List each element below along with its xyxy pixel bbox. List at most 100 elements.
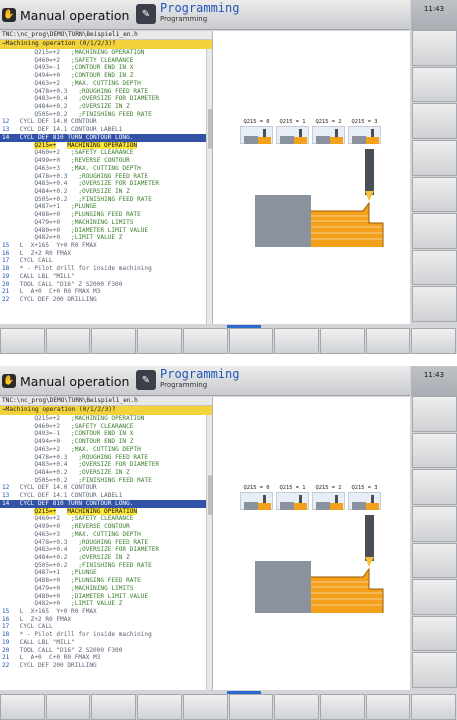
program-line[interactable]: 12 CYCL DEF 14.0 CONTOUR xyxy=(0,118,212,126)
program-editor[interactable]: TNC:\nc_prog\DEMO\TURN\Beispiel1_en.h →M… xyxy=(0,31,212,324)
program-line[interactable]: 15 L X+165 Y+0 R0 FMAX xyxy=(0,242,212,250)
program-line[interactable]: 14 CYCL DEF 810 TURN CONTOUR LONG. xyxy=(0,133,212,142)
vertical-softkey[interactable] xyxy=(412,505,457,542)
softkey[interactable] xyxy=(91,328,137,354)
program-line[interactable]: Q488=+0 ;PLUNGING FEED RATE xyxy=(0,577,212,585)
program-line[interactable]: Q478=+0.3 ;ROUGHING FEED RATE xyxy=(0,88,212,96)
softkey[interactable] xyxy=(137,694,182,720)
program-line[interactable]: Q478=+0.3 ;ROUGHING FEED RATE xyxy=(0,454,212,462)
program-line[interactable]: 20 TOOL CALL "D16" Z S2000 F300 xyxy=(0,281,212,289)
vertical-softkey[interactable] xyxy=(412,103,457,139)
softkey[interactable] xyxy=(137,328,182,354)
softkey[interactable] xyxy=(274,328,319,354)
mode-manual-operation[interactable]: ✋ Manual operation xyxy=(2,369,134,393)
program-line[interactable]: Q494=+0 ;CONTOUR END IN Z xyxy=(0,72,212,80)
program-line[interactable]: Q487=+1 ;PLUNGE xyxy=(0,569,212,577)
program-line[interactable]: Q505=+0.2 ;FINISHING FEED RATE xyxy=(0,477,212,485)
program-line[interactable]: Q484=+0.2 ;OVERSIZE IN Z xyxy=(0,554,212,562)
program-line[interactable]: Q483=+0.4 ;OVERSIZE FOR DIAMETER xyxy=(0,461,212,469)
program-line[interactable]: 16 L Z+2 R0 FMAX xyxy=(0,616,212,624)
softkey[interactable] xyxy=(365,694,411,720)
program-line[interactable]: Q463=+2 ;MAX. CUTTING DEPTH xyxy=(0,80,212,88)
program-line[interactable]: Q480=+0 ;DIAMETER LIMIT VALUE xyxy=(0,593,212,601)
program-line[interactable]: Q480=+0 ;DIAMETER LIMIT VALUE xyxy=(0,227,212,235)
mode-manual-operation[interactable]: ✋ Manual operation xyxy=(2,3,134,27)
program-line[interactable]: 13 CYCL DEF 14.1 CONTOUR LABEL1 xyxy=(0,126,212,134)
softkey[interactable] xyxy=(0,328,45,354)
mode-programming[interactable]: ✎ Programming Programming xyxy=(136,2,266,28)
program-editor[interactable]: TNC:\nc_prog\DEMO\TURN\Beispiel1_en.h →M… xyxy=(0,397,212,690)
vertical-softkey[interactable] xyxy=(412,542,457,579)
program-line[interactable]: 20 TOOL CALL "D16" Z S2000 F300 xyxy=(0,647,212,655)
program-line[interactable]: 19 CALL LBL "MILL" xyxy=(0,273,212,281)
vertical-softkey[interactable] xyxy=(412,469,457,505)
program-line[interactable]: Q215=+ MACHINING OPERATION xyxy=(0,507,212,516)
vertical-softkey[interactable] xyxy=(412,66,457,103)
vertical-softkey[interactable] xyxy=(412,30,457,66)
program-line[interactable]: 21 L A+0 C+0 R0 FMAX M3 xyxy=(0,288,212,296)
vertical-softkey[interactable] xyxy=(412,213,457,249)
program-line[interactable]: Q460=+2 ;SAFETY CLEARANCE xyxy=(0,149,212,157)
softkey[interactable] xyxy=(274,694,319,720)
softkey[interactable] xyxy=(319,328,365,354)
program-line[interactable]: Q483=+0.4 ;OVERSIZE FOR DIAMETER xyxy=(0,95,212,103)
program-line[interactable]: Q215=+2 ;MACHINING OPERATION xyxy=(0,415,212,423)
vertical-softkey[interactable] xyxy=(412,176,457,213)
vertical-softkey[interactable] xyxy=(412,615,457,652)
program-line[interactable]: Q478=+0.3 ;ROUGHING FEED RATE xyxy=(0,173,212,181)
program-line[interactable]: Q493=-1 ;CONTOUR END IN X xyxy=(0,430,212,438)
program-line[interactable]: 12 CYCL DEF 14.0 CONTOUR xyxy=(0,484,212,492)
program-line[interactable]: 18 * - Pilot drill for inside machining xyxy=(0,631,212,639)
softkey[interactable] xyxy=(228,694,274,720)
softkey[interactable] xyxy=(319,694,365,720)
vertical-softkey[interactable] xyxy=(412,396,457,432)
program-line[interactable]: Q479=+0 ;MACHINING LIMITS xyxy=(0,585,212,593)
program-line[interactable]: 17 CYCL CALL xyxy=(0,257,212,265)
vertical-softkey[interactable] xyxy=(412,652,457,688)
program-line[interactable]: Q494=+0 ;CONTOUR END IN Z xyxy=(0,438,212,446)
softkey[interactable] xyxy=(228,328,274,354)
program-line[interactable]: Q463=+2 ;MAX. CUTTING DEPTH xyxy=(0,446,212,454)
program-line[interactable]: Q483=+0.4 ;OVERSIZE FOR DIAMETER xyxy=(0,180,212,188)
program-line[interactable]: Q488=+0 ;PLUNGING FEED RATE xyxy=(0,211,212,219)
program-line[interactable]: Q479=+0 ;MACHINING LIMITS xyxy=(0,219,212,227)
program-line[interactable]: Q484=+0.2 ;OVERSIZE IN Z xyxy=(0,188,212,196)
program-line[interactable]: Q478=+0.3 ;ROUGHING FEED RATE xyxy=(0,539,212,547)
program-line[interactable]: Q460=+2 ;SAFETY CLEARANCE xyxy=(0,57,212,65)
program-line[interactable]: Q493=-1 ;CONTOUR END IN X xyxy=(0,64,212,72)
program-line[interactable]: Q460=+2 ;SAFETY CLEARANCE xyxy=(0,515,212,523)
softkey[interactable] xyxy=(91,694,137,720)
program-line[interactable]: Q215=+ MACHINING OPERATION xyxy=(0,141,212,150)
softkey[interactable] xyxy=(0,694,45,720)
vertical-softkey[interactable] xyxy=(412,139,457,176)
program-line[interactable]: Q505=+0.2 ;FINISHING FEED RATE xyxy=(0,562,212,570)
vertical-softkey[interactable] xyxy=(412,579,457,615)
softkey[interactable] xyxy=(182,694,228,720)
program-line[interactable]: 13 CYCL DEF 14.1 CONTOUR LABEL1 xyxy=(0,492,212,500)
program-line[interactable]: 18 * - Pilot drill for inside machining xyxy=(0,265,212,273)
program-line[interactable]: 17 CYCL CALL xyxy=(0,623,212,631)
program-line[interactable]: Q484=+0.2 ;OVERSIZE IN Z xyxy=(0,103,212,111)
program-line[interactable]: Q499=+0 ;REVERSE CONTOUR xyxy=(0,523,212,531)
softkey[interactable] xyxy=(411,694,457,720)
program-line[interactable]: Q483=+0.4 ;OVERSIZE FOR DIAMETER xyxy=(0,546,212,554)
program-line[interactable]: Q460=+2 ;SAFETY CLEARANCE xyxy=(0,423,212,431)
program-line[interactable]: Q505=+0.2 ;FINISHING FEED RATE xyxy=(0,196,212,204)
program-lines[interactable]: Q215=+2 ;MACHINING OPERATION Q460=+2 ;SA… xyxy=(0,415,212,670)
vertical-softkey[interactable] xyxy=(412,249,457,286)
softkey[interactable] xyxy=(365,328,411,354)
program-line[interactable]: Q499=+0 ;REVERSE CONTOUR xyxy=(0,157,212,165)
vertical-softkey[interactable] xyxy=(412,286,457,322)
program-line[interactable]: 14 CYCL DEF 810 TURN CONTOUR LONG. xyxy=(0,499,212,508)
vertical-softkey[interactable] xyxy=(412,432,457,469)
program-line[interactable]: Q215=+2 ;MACHINING OPERATION xyxy=(0,49,212,57)
softkey[interactable] xyxy=(45,694,91,720)
program-line[interactable]: 22 CYCL DEF 200 DRILLING xyxy=(0,296,212,304)
program-line[interactable]: Q463=+3 ;MAX. CUTTING DEPTH xyxy=(0,531,212,539)
program-line[interactable]: 16 L Z+2 R0 FMAX xyxy=(0,250,212,258)
program-line[interactable]: 15 L X+165 Y+0 R0 FMAX xyxy=(0,608,212,616)
softkey[interactable] xyxy=(182,328,228,354)
program-line[interactable]: Q482=+0 ;LIMIT VALUE Z xyxy=(0,600,212,608)
program-line[interactable]: Q463=+3 ;MAX. CUTTING DEPTH xyxy=(0,165,212,173)
program-line[interactable]: Q482=+0 ;LIMIT VALUE Z xyxy=(0,234,212,242)
